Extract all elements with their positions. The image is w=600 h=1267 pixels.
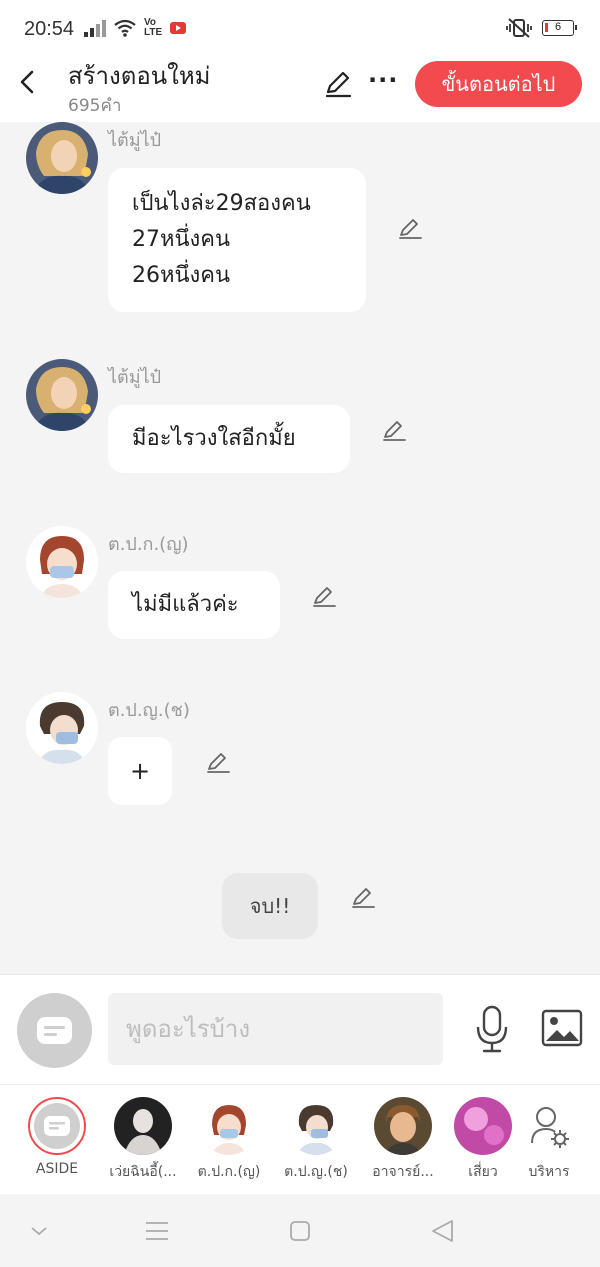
end-marker-button[interactable]: จบ!! — [222, 873, 318, 939]
chat-bubble-icon — [37, 1017, 72, 1044]
input-area — [0, 974, 600, 1084]
character-name: อาจารย์... — [372, 1164, 434, 1180]
chat-area: ไต้มู่ไป๋ เป็นไงล่ะ29สองคน 27หนึ่งคน 26ห… — [0, 122, 600, 974]
status-icons-right: 6 — [506, 18, 577, 38]
message-line: ไม่มีแล้วค่ะ — [132, 592, 239, 617]
avatar — [28, 1097, 86, 1155]
avatar — [200, 1097, 258, 1155]
character-item[interactable]: ต.ป.ญ.(ช) — [276, 1097, 356, 1183]
message-bubble[interactable]: มีอะไรวงใสอีกมั้ย — [108, 405, 350, 473]
character-name: เว่ยฉินอี้(... — [109, 1164, 177, 1180]
vibrate-mute-icon — [506, 18, 532, 38]
status-time: 20:54 — [24, 18, 75, 40]
avatar — [454, 1097, 512, 1155]
avatar — [287, 1097, 345, 1155]
sender-name: ไต้มู่ไป๋ — [108, 130, 162, 151]
page-title: สร้างตอนใหม่ — [68, 62, 211, 90]
signal-icon — [84, 19, 106, 37]
nav-home-icon[interactable] — [285, 1216, 315, 1246]
aside-toggle-button[interactable] — [17, 993, 92, 1068]
battery-icon: 6 — [542, 20, 577, 36]
manage-icon — [520, 1097, 578, 1155]
microphone-icon[interactable] — [474, 1005, 510, 1055]
nav-hide-icon[interactable] — [24, 1216, 54, 1246]
avatar[interactable] — [26, 526, 98, 598]
sender-name: ต.ป.ญ.(ช) — [108, 700, 190, 721]
edit-message-icon[interactable] — [311, 584, 337, 610]
message-bubble[interactable]: เป็นไงล่ะ29สองคน 27หนึ่งคน 26หนึ่งคน — [108, 168, 366, 312]
message-bubble[interactable]: ไม่มีแล้วค่ะ — [108, 571, 280, 639]
message-line: เป็นไงล่ะ29สองคน — [132, 191, 311, 216]
character-item[interactable]: ต.ป.ก.(ญ) — [189, 1097, 269, 1183]
edit-pencil-icon[interactable] — [322, 68, 354, 100]
avatar — [114, 1097, 172, 1155]
edit-message-icon[interactable] — [397, 216, 423, 242]
header: สร้างตอนใหม่ 695คำ ··· ขั้นตอนต่อไป — [0, 50, 600, 122]
message-input[interactable] — [108, 993, 443, 1065]
next-step-button[interactable]: ขั้นตอนต่อไป — [415, 61, 582, 107]
edit-end-icon[interactable] — [350, 885, 376, 911]
system-nav-bar — [0, 1194, 600, 1267]
status-icons-left: Vo LTE — [84, 17, 187, 38]
message-line: มีอะไรวงใสอีกมั้ย — [132, 426, 296, 451]
character-item[interactable]: เว่ยฉินอี้(... — [103, 1097, 183, 1183]
edit-message-icon[interactable] — [205, 750, 231, 776]
more-options-icon[interactable]: ··· — [368, 66, 398, 94]
character-name: ต.ป.ก.(ญ) — [197, 1164, 261, 1180]
add-message-button[interactable]: + — [108, 737, 172, 805]
nav-menu-icon[interactable] — [142, 1216, 172, 1246]
manage-characters-button[interactable]: บริหาร — [509, 1097, 589, 1183]
character-name: ASIDE — [35, 1161, 79, 1177]
message-line: 27หนึ่งคน — [132, 227, 231, 252]
avatar[interactable] — [26, 122, 98, 194]
image-icon[interactable] — [541, 1009, 583, 1047]
back-arrow-icon[interactable] — [14, 66, 42, 98]
sender-name: ไต้มู่ไป๋ — [108, 367, 162, 388]
sender-name: ต.ป.ก.(ญ) — [108, 534, 189, 555]
message-line: 26หนึ่งคน — [132, 263, 231, 288]
character-item[interactable]: อาจารย์... — [363, 1097, 443, 1183]
avatar[interactable] — [26, 359, 98, 431]
avatar — [374, 1097, 432, 1155]
chat-bubble-icon — [44, 1116, 70, 1136]
character-name: บริหาร — [528, 1164, 570, 1180]
avatar[interactable] — [26, 692, 98, 764]
youtube-notification-icon — [170, 22, 187, 34]
character-aside[interactable]: ASIDE — [17, 1097, 97, 1177]
nav-back-icon[interactable] — [428, 1216, 458, 1246]
volte-icon: Vo LTE — [144, 17, 163, 38]
character-bar: ASIDE เว่ยฉินอี้(... ต.ป.ก.(ญ) ต.ป.ญ.(ช)… — [0, 1084, 600, 1194]
word-count: 695คำ — [68, 96, 122, 116]
character-name: ต.ป.ญ.(ช) — [284, 1164, 348, 1180]
wifi-icon — [114, 19, 136, 37]
edit-message-icon[interactable] — [381, 418, 407, 444]
